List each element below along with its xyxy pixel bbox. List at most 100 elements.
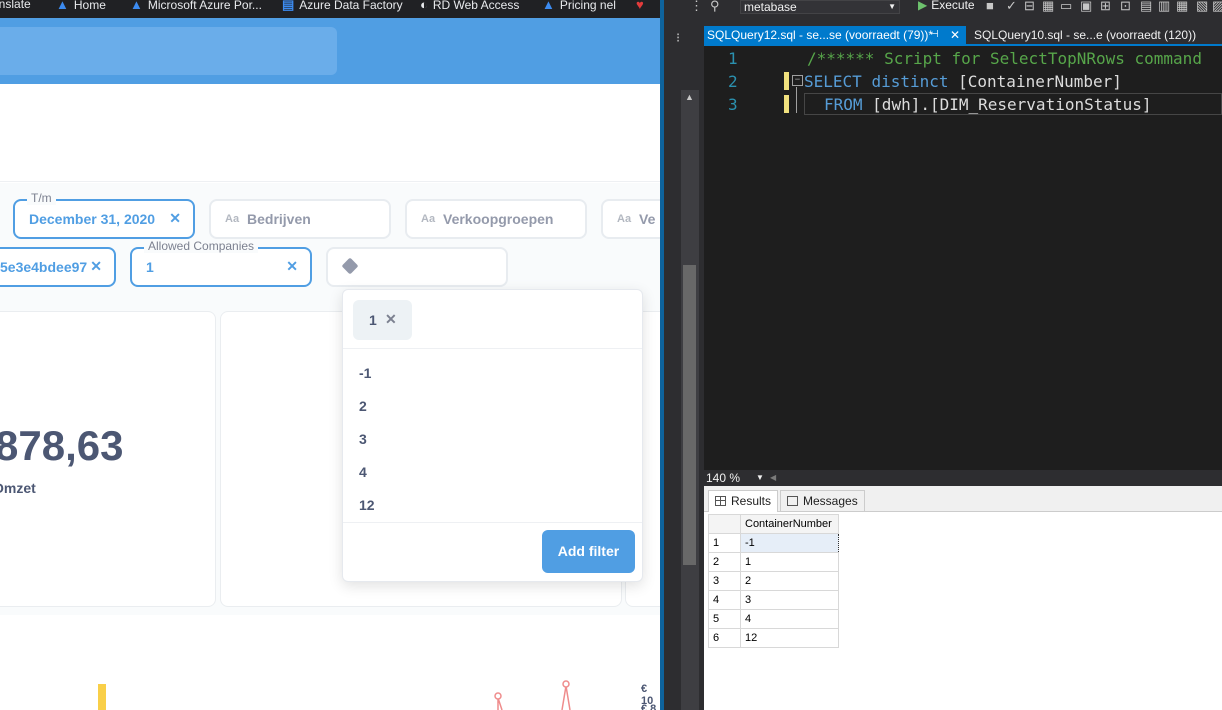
- tab-sqlquery10[interactable]: SQLQuery10.sql - se...e (voorraedt (120)…: [970, 26, 1222, 44]
- uncomment-icon[interactable]: ▥: [1158, 0, 1170, 14]
- filter-tag[interactable]: [326, 247, 508, 287]
- zoom-level[interactable]: 140 %: [706, 471, 740, 485]
- scrollbar-thumb[interactable]: [683, 265, 696, 565]
- code-identifier: [ContainerNumber]: [958, 72, 1122, 91]
- outline-bracket: [796, 87, 797, 113]
- filter-bedrijven[interactable]: Aa Bedrijven: [209, 199, 391, 239]
- scroll-left-icon[interactable]: ◀: [770, 470, 776, 486]
- chip-label: 1: [369, 312, 377, 328]
- bookmark-azure-portal[interactable]: ▲ Microsoft Azure Por...: [130, 0, 262, 12]
- row-number[interactable]: 1: [708, 533, 741, 553]
- bookmark-label: Azure Data Factory: [299, 0, 403, 12]
- connect-icon[interactable]: ⚲: [710, 0, 720, 14]
- results-grid[interactable]: ContainerNumber 1 -1 2 1 3 2 4 3 5 4 6 1…: [708, 514, 839, 648]
- row-number[interactable]: 5: [708, 609, 741, 629]
- azure-icon: ▲: [56, 0, 69, 12]
- code-line-3: FROM [dwh].[DIM_ReservationStatus]: [824, 95, 1152, 114]
- option-item[interactable]: 12: [359, 497, 375, 513]
- grid-cell[interactable]: -1: [740, 533, 839, 553]
- row-number[interactable]: 4: [708, 590, 741, 610]
- table-row[interactable]: 6 12: [708, 628, 839, 648]
- parse-icon[interactable]: ✓: [1006, 0, 1017, 14]
- bookmark-home[interactable]: ▲ Home: [56, 0, 106, 12]
- column-header[interactable]: ContainerNumber: [740, 514, 839, 534]
- results-file-icon[interactable]: ▣: [1080, 0, 1092, 14]
- document-tabs: SQLQuery12.sql - se...se (voorraedt (79)…: [704, 26, 1222, 44]
- close-icon[interactable]: ✕: [169, 210, 181, 227]
- row-number-header[interactable]: [708, 514, 741, 534]
- text-type-icon: Aa: [421, 213, 436, 225]
- filter-label: Verkoopgroepen: [443, 211, 554, 227]
- option-item[interactable]: 4: [359, 464, 367, 480]
- close-icon[interactable]: ✕: [90, 258, 102, 275]
- filter-id[interactable]: 5e3e4bdee97 ✕: [0, 247, 116, 287]
- close-icon[interactable]: ✕: [286, 258, 298, 275]
- tab-results[interactable]: Results: [708, 490, 779, 512]
- pin-icon[interactable]: ⁝: [676, 30, 680, 46]
- grid-cell[interactable]: 4: [740, 609, 839, 629]
- indent-icon[interactable]: ▦: [1176, 0, 1188, 14]
- side-toolbar: ⁝ ▲: [664, 18, 699, 710]
- row-number[interactable]: 2: [708, 552, 741, 572]
- tab-sqlquery12[interactable]: SQLQuery12.sql - se...se (voorraedt (79)…: [704, 26, 966, 44]
- grid-cell[interactable]: 1: [740, 552, 839, 572]
- bookmark-extra[interactable]: ♥: [636, 0, 644, 12]
- table-row[interactable]: 4 3: [708, 590, 839, 610]
- debug-icon[interactable]: ⊟: [1024, 0, 1035, 14]
- collapse-icon[interactable]: −: [792, 75, 803, 86]
- dashboard-header: [0, 84, 660, 182]
- stop-icon[interactable]: ■: [986, 0, 994, 13]
- table-row[interactable]: 1 -1: [708, 533, 839, 553]
- outdent-icon[interactable]: ▧: [1196, 0, 1208, 14]
- results-grid-icon[interactable]: ▦: [1042, 0, 1054, 14]
- filter-allowed-companies[interactable]: Allowed Companies 1 ✕: [130, 239, 312, 287]
- close-icon[interactable]: ✕: [385, 311, 397, 328]
- metabase-window: anslate ▲ Home ▲ Microsoft Azure Por... …: [0, 0, 660, 710]
- bookmark-rd-web-access[interactable]: ◐ RD Web Access: [420, 0, 519, 12]
- plan-icon[interactable]: ⊞: [1100, 0, 1111, 14]
- row-number[interactable]: 3: [708, 571, 741, 591]
- heart-icon: ♥: [636, 0, 644, 12]
- bookmarks-bar: anslate ▲ Home ▲ Microsoft Azure Por... …: [0, 0, 660, 18]
- selected-value-chip[interactable]: 1 ✕: [353, 300, 412, 340]
- execute-button[interactable]: ▶ Execute: [918, 0, 975, 12]
- more-icon[interactable]: ▨: [1212, 0, 1222, 14]
- filter-tm[interactable]: T/m December 31, 2020 ✕: [13, 191, 195, 239]
- table-row[interactable]: 2 1: [708, 552, 839, 572]
- filter-ve[interactable]: Aa Ve: [601, 199, 660, 239]
- grid-cell[interactable]: 2: [740, 571, 839, 591]
- results-text-icon[interactable]: ▭: [1060, 0, 1072, 14]
- option-item[interactable]: -1: [359, 365, 371, 381]
- chevron-up-icon[interactable]: ▲: [685, 92, 694, 102]
- stats-icon[interactable]: ⊡: [1120, 0, 1131, 14]
- filter-verkoopgroepen[interactable]: Aa Verkoopgroepen: [405, 199, 587, 239]
- grid-cell[interactable]: 12: [740, 628, 839, 648]
- scalar-value: 3.878,63: [0, 422, 124, 469]
- metabase-navbar: [0, 18, 660, 84]
- search-input[interactable]: [0, 27, 337, 75]
- close-icon[interactable]: ✕: [950, 26, 960, 44]
- chart-bar[interactable]: [98, 684, 106, 710]
- add-filter-button[interactable]: Add filter: [542, 530, 635, 573]
- bookmark-data-factory[interactable]: ▤ Azure Data Factory: [282, 0, 403, 13]
- table-row[interactable]: 3 2: [708, 571, 839, 591]
- comment-icon[interactable]: ▤: [1140, 0, 1152, 14]
- vertical-scrollbar[interactable]: ▲: [681, 90, 699, 710]
- play-icon: ▶: [918, 0, 928, 12]
- option-item[interactable]: 2: [359, 398, 367, 414]
- grid-cell[interactable]: 3: [740, 590, 839, 610]
- pin-icon[interactable]: ⊣: [930, 26, 939, 44]
- bookmark-pricing[interactable]: ▲ Pricing nel: [542, 0, 616, 12]
- chart-tick: € 8: [641, 703, 657, 710]
- text-type-icon: Aa: [225, 213, 240, 225]
- row-number[interactable]: 6: [708, 628, 741, 648]
- option-item[interactable]: 3: [359, 431, 367, 447]
- divider: [343, 348, 642, 349]
- database-value: metabase: [744, 0, 797, 14]
- tab-messages[interactable]: Messages: [780, 490, 865, 512]
- database-select[interactable]: metabase ▼: [740, 0, 900, 14]
- query-editor[interactable]: 1 2 3 − /****** Script for SelectTopNRow…: [704, 46, 1222, 470]
- table-row[interactable]: 5 4: [708, 609, 839, 629]
- bookmark-translate[interactable]: anslate: [0, 0, 31, 11]
- chevron-down-icon[interactable]: ▼: [756, 470, 764, 486]
